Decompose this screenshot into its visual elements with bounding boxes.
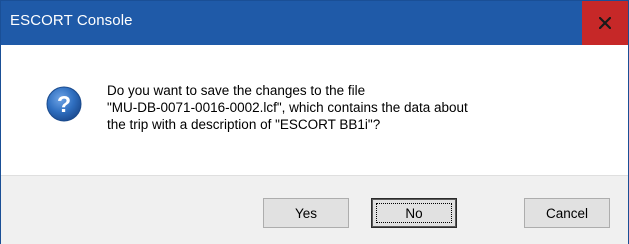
dialog-window: ESCORT Console ? Do you want to save the… xyxy=(0,0,629,244)
svg-text:?: ? xyxy=(57,91,71,117)
message-line: "MU-DB-0071-0016-0002.lcf", which contai… xyxy=(107,100,468,115)
dialog-content: ? Do you want to save the changes to the… xyxy=(1,45,628,175)
focus-ring xyxy=(376,203,452,223)
message-line: the trip with a description of "ESCORT B… xyxy=(107,117,381,132)
button-bar: Yes No Cancel xyxy=(1,175,628,244)
dialog-message: Do you want to save the changes to the f… xyxy=(107,82,607,133)
message-line: Do you want to save the changes to the f… xyxy=(107,83,366,98)
yes-button[interactable]: Yes xyxy=(263,198,349,228)
close-icon xyxy=(599,17,611,29)
cancel-button[interactable]: Cancel xyxy=(524,198,610,228)
window-title: ESCORT Console xyxy=(10,12,133,29)
no-button[interactable]: No xyxy=(371,198,457,228)
question-icon: ? xyxy=(46,86,82,122)
close-button[interactable] xyxy=(582,1,628,45)
cancel-button-label: Cancel xyxy=(545,205,589,221)
title-bar[interactable]: ESCORT Console xyxy=(1,1,628,45)
yes-button-label: Yes xyxy=(294,205,318,221)
